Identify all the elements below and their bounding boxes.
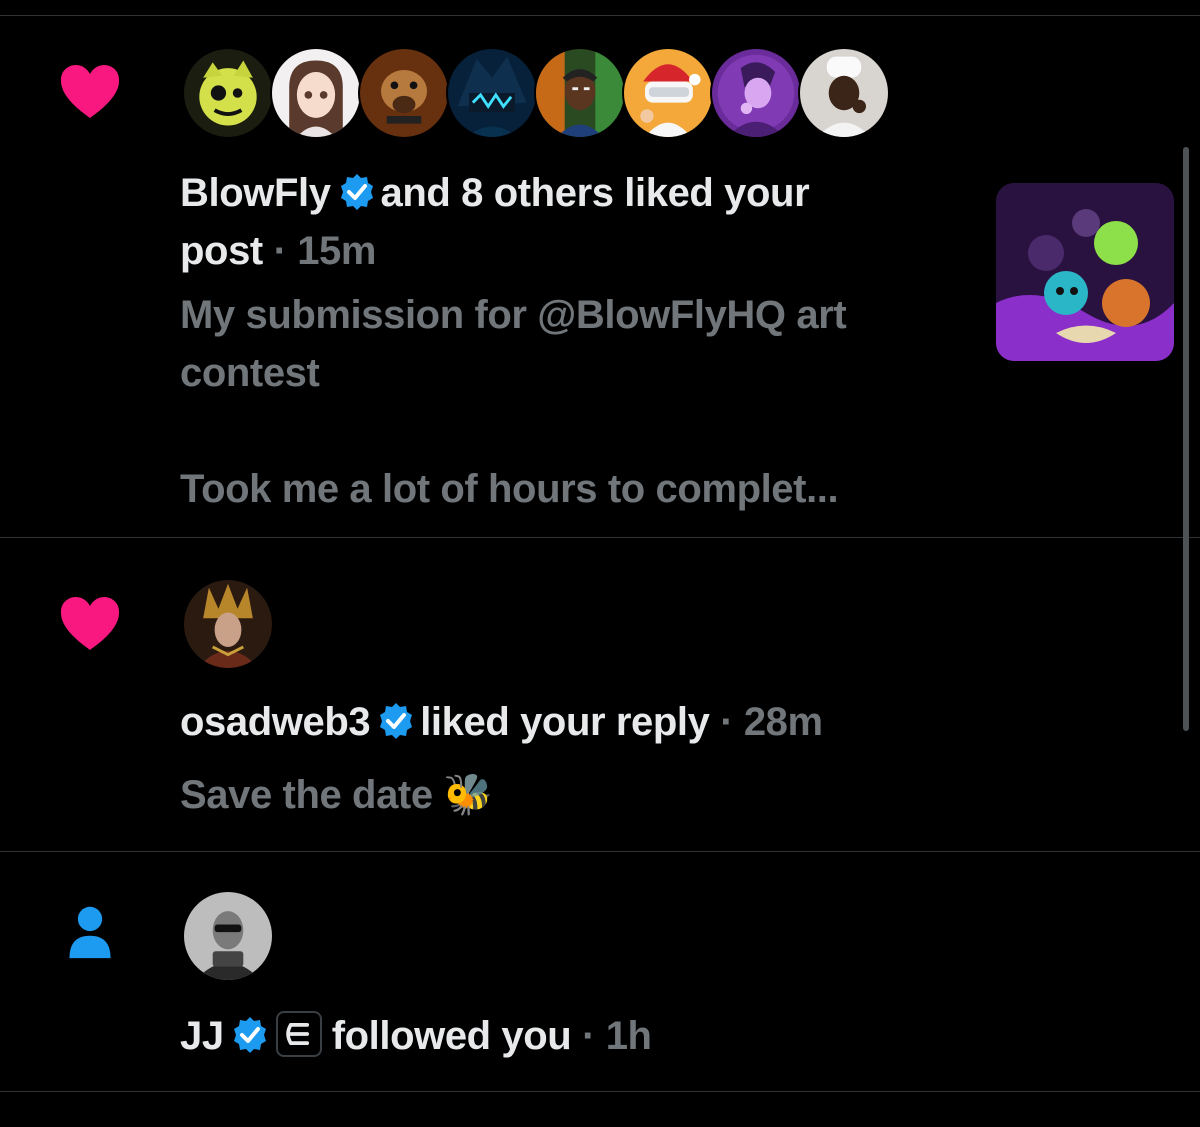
person-icon (69, 906, 111, 959)
notification-headline-line2: post · 15m (180, 222, 376, 280)
actor-name[interactable]: BlowFly (180, 171, 331, 215)
liker-avatars (182, 578, 274, 670)
timestamp: 15m (297, 229, 377, 273)
actor-name[interactable]: osadweb3 (180, 700, 371, 744)
follower-avatars (182, 890, 274, 982)
avatar[interactable] (710, 47, 802, 139)
notification-headline: JJ followed you · 1h (180, 1007, 652, 1065)
action-text: liked your reply (420, 700, 710, 744)
timestamp: 1h (605, 1014, 652, 1058)
heart-icon (60, 597, 120, 650)
avatar[interactable] (182, 578, 274, 670)
timestamp: 28m (743, 700, 823, 744)
avatar[interactable] (446, 47, 538, 139)
post-text-line: contest (180, 351, 320, 395)
post-text: Save the date (180, 773, 433, 817)
action-text-continued: post (180, 229, 263, 273)
avatar[interactable] (534, 47, 626, 139)
notification-item[interactable]: BlowFly and 8 others liked your post · 15… (0, 16, 1200, 538)
separator: · (582, 1014, 595, 1058)
avatar[interactable] (798, 47, 890, 139)
verified-badge-icon (380, 703, 413, 739)
bee-emoji: 🐝 (443, 773, 493, 817)
liker-avatars (182, 47, 890, 139)
post-text-line: Save the date 🐝 (180, 766, 493, 824)
avatar[interactable] (622, 47, 714, 139)
avatar[interactable] (358, 47, 450, 139)
scrollbar[interactable] (1183, 147, 1189, 731)
avatar[interactable] (270, 47, 362, 139)
notification-item[interactable]: osadweb3 liked your reply · 28m Save the … (0, 538, 1200, 852)
action-text: followed you (331, 1014, 572, 1058)
separator: · (273, 229, 287, 273)
post-text-line: My submission for @BlowFlyHQ art (180, 293, 847, 337)
avatar[interactable] (182, 47, 274, 139)
post-thumbnail[interactable] (996, 183, 1174, 361)
affiliate-badge-icon (275, 1011, 322, 1057)
avatar[interactable] (182, 890, 274, 982)
verified-badge-icon (340, 174, 373, 210)
action-text: and 8 others liked your (380, 171, 810, 215)
notification-headline: osadweb3 liked your reply · 28m (180, 693, 823, 751)
heart-icon (60, 65, 120, 118)
separator: · (720, 700, 734, 744)
verified-badge-icon (233, 1017, 266, 1053)
post-text-line: Took me a lot of hours to complet... (180, 467, 839, 511)
actor-name[interactable]: JJ (180, 1014, 224, 1058)
notification-headline-line1: BlowFly and 8 others liked your (180, 164, 810, 222)
notification-item[interactable]: JJ followed you · 1h (0, 852, 1200, 1092)
